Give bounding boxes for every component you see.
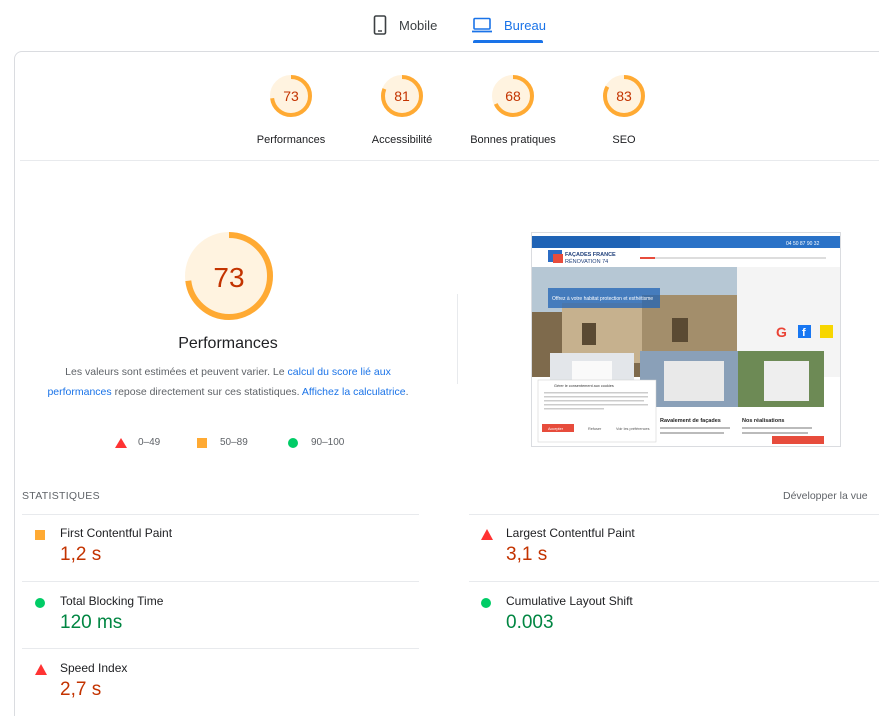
gauge-score: 83	[616, 88, 632, 104]
gauge-label: Accessibilité	[371, 134, 433, 146]
main-score: 73	[213, 262, 245, 293]
square-icon	[35, 527, 45, 545]
thumb-cookie-refuse: Refuser	[588, 427, 602, 431]
device-tabs: Mobile Bureau	[0, 0, 879, 44]
metric-value: 1,2 s	[60, 544, 102, 565]
thumb-hero-text: Offrez à votre habitat protection et est…	[552, 296, 653, 302]
metric-value: 0.003	[506, 612, 554, 633]
svg-text:f: f	[802, 327, 806, 339]
tab-bureau-label: Bureau	[504, 17, 546, 33]
legend-average: 50–89	[197, 437, 248, 448]
gauge-1[interactable]: 81 Accessibilité	[342, 72, 462, 146]
page-screenshot-thumbnail[interactable]: 04 50 87 90 32 FAÇADES FRANCE RÉNOVATION…	[531, 232, 841, 447]
thumb-cookie-title: Gérer le consentement aux cookies	[554, 384, 614, 388]
score-description: Les valeurs sont estimées et peuvent var…	[40, 362, 416, 402]
desc-text-1: Les valeurs sont estimées et peuvent var…	[65, 366, 288, 378]
phone-icon	[373, 15, 387, 35]
legend-pass-label: 90–100	[311, 437, 345, 448]
circle-icon	[288, 437, 298, 448]
gauge-label: SEO	[612, 134, 636, 146]
triangle-icon	[115, 437, 127, 448]
triangle-icon	[481, 527, 493, 545]
expand-view-button[interactable]: Développer la vue	[783, 490, 868, 502]
desc-text-2: repose directement sur ces statistiques.	[111, 386, 302, 398]
gauge-score: 73	[283, 88, 299, 104]
metric-value: 3,1 s	[506, 544, 548, 565]
gauge-3[interactable]: 83 SEO	[564, 72, 684, 146]
thumb-cookie-accept: Accepter	[548, 427, 564, 431]
thumb-logo-1: FAÇADES FRANCE	[565, 252, 616, 258]
gauge-0[interactable]: 73 Performances	[231, 72, 351, 146]
metric-divider	[22, 581, 419, 582]
circle-icon	[35, 595, 45, 613]
gauges-divider	[20, 160, 879, 161]
calculator-link[interactable]: Affichez la calculatrice	[302, 386, 406, 398]
gauge-score: 81	[394, 88, 410, 104]
circle-icon	[481, 595, 491, 613]
laptop-icon	[472, 17, 492, 33]
metric-name: First Contentful Paint	[60, 526, 173, 540]
tab-mobile-label: Mobile	[399, 17, 438, 33]
legend-fail-label: 0–49	[138, 437, 161, 448]
score-legend: 0–49 50–89 90–100	[0, 437, 456, 451]
thumb-phone: 04 50 87 90 32	[786, 241, 820, 247]
thumb-logo-2: RÉNOVATION 74	[565, 258, 608, 265]
metric-name: Total Blocking Time	[60, 594, 164, 608]
active-tab-indicator	[473, 40, 543, 43]
metric-divider	[469, 581, 879, 582]
legend-pass: 90–100	[288, 437, 344, 448]
metric-name: Speed Index	[60, 661, 128, 675]
metric-value: 2,7 s	[60, 679, 102, 700]
square-icon	[197, 437, 207, 448]
main-title: Performances	[178, 335, 278, 352]
thumb-cookie-prefs: Voir les préférences	[616, 427, 650, 431]
gauge-2[interactable]: 68 Bonnes pratiques	[453, 72, 573, 146]
tab-mobile[interactable]: Mobile	[373, 8, 437, 42]
gauge-score: 68	[505, 88, 521, 104]
triangle-icon	[35, 662, 47, 680]
gauge-label: Performances	[256, 134, 326, 146]
vertical-separator	[457, 294, 458, 384]
thumb-section-2: Nos réalisations	[742, 418, 785, 424]
stats-header: STATISTIQUES	[22, 490, 100, 502]
metric-name: Largest Contentful Paint	[506, 526, 635, 540]
thumb-section-1: Ravalement de façades	[660, 418, 721, 424]
metric-value: 120 ms	[60, 612, 123, 633]
legend-average-label: 50–89	[220, 437, 248, 448]
gauge-label: Bonnes pratiques	[470, 134, 556, 146]
tab-bureau[interactable]: Bureau	[472, 8, 546, 42]
legend-fail: 0–49	[115, 437, 160, 448]
metric-divider	[469, 514, 879, 515]
svg-text:G: G	[776, 324, 787, 340]
metric-divider	[22, 514, 419, 515]
desc-text-3: .	[405, 386, 409, 398]
metric-divider	[22, 648, 419, 649]
metric-name: Cumulative Layout Shift	[506, 594, 633, 608]
